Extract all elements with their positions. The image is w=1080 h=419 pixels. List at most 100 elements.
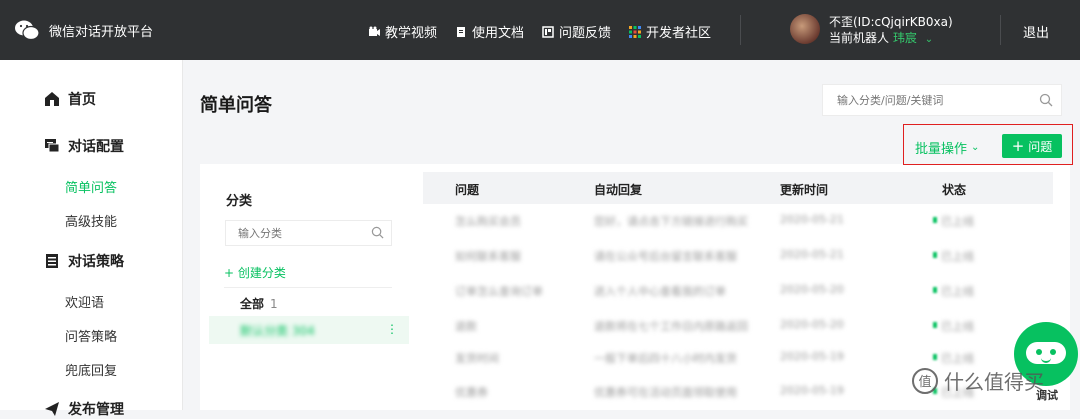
nav-label: 教学视频 <box>385 26 438 41</box>
table-cell-question: 怎么购买会员 <box>455 215 521 228</box>
table-cell-question: 如何联系客服 <box>455 250 521 263</box>
sidebar: 首页 对话配置 简单问答 高级技能 对话策略 欢迎语 问答策略 兜底回复 发布管… <box>0 60 183 418</box>
sidebar-item-fallback[interactable]: 兜底回复 <box>65 360 117 379</box>
header-divider <box>740 15 741 45</box>
nav-label: 问题反馈 <box>559 26 612 41</box>
sidebar-item-label: 首页 <box>68 92 96 108</box>
batch-label: 批量操作 <box>915 142 968 157</box>
table-cell-reply: 退款将在七个工作日内原路返回 <box>594 320 748 333</box>
sidebar-item-label: 对话策略 <box>68 254 124 270</box>
avatar[interactable] <box>790 14 820 44</box>
search-icon[interactable] <box>1039 93 1053 107</box>
nav-label: 开发者社区 <box>646 26 712 41</box>
chat-icon <box>45 139 60 153</box>
robot-eye <box>1036 349 1042 355</box>
chevron-down-icon: ⌄ <box>971 142 980 153</box>
table-cell-time: 2020-05-20 <box>780 318 844 331</box>
sidebar-item-qa-strategy[interactable]: 问答策略 <box>65 326 117 345</box>
debug-button[interactable]: 调试 <box>1036 387 1058 403</box>
table-cell-time: 2020-05-21 <box>780 213 844 226</box>
robot-eye <box>1050 349 1056 355</box>
header-divider <box>1000 15 1001 45</box>
platform-title: 微信对话开放平台 <box>49 24 154 40</box>
watermark-logo-icon: 值 <box>912 367 938 394</box>
add-question-button[interactable]: + 问题 <box>1002 134 1062 158</box>
home-icon <box>45 92 59 106</box>
nav-item-feedback[interactable]: 问题反馈 <box>542 22 611 41</box>
create-category-button[interactable]: + 创建分类 <box>224 264 286 281</box>
send-icon <box>45 402 59 416</box>
video-icon <box>369 26 380 36</box>
nav-item-community[interactable]: 开发者社区 <box>629 22 711 41</box>
nav-label: 使用文档 <box>472 26 525 41</box>
category-search-field[interactable] <box>225 220 392 246</box>
table-cell-reply: 一般下单后四十八小时内发货 <box>594 352 737 365</box>
feedback-icon <box>542 25 554 38</box>
nav-item-video[interactable]: 教学视频 <box>368 22 437 41</box>
more-vertical-icon[interactable]: ⋮ <box>386 322 398 336</box>
create-category-label: 创建分类 <box>237 266 286 280</box>
column-header-question: 问题 <box>455 183 480 197</box>
category-all[interactable]: 全部 1 <box>240 295 278 312</box>
watermark-text: 什么值得买 <box>944 370 1044 394</box>
sidebar-item-publish[interactable]: 发布管理 <box>44 399 124 419</box>
divider <box>224 287 392 288</box>
sidebar-item-dialog-config[interactable]: 对话配置 <box>44 136 124 156</box>
search-field[interactable] <box>822 84 1062 116</box>
logout-button[interactable]: 退出 <box>1023 22 1049 41</box>
status-dot <box>933 322 937 328</box>
sidebar-item-label: 对话配置 <box>68 139 124 155</box>
sidebar-item-home[interactable]: 首页 <box>44 89 96 109</box>
plus-icon: + <box>224 266 235 280</box>
status-dot <box>933 354 937 360</box>
table-cell-status: 已上线 <box>941 250 974 263</box>
batch-operation-dropdown[interactable]: 批量操作 ⌄ <box>915 138 979 157</box>
status-dot <box>933 287 937 293</box>
user-info[interactable]: 不歪(ID:cQjqirKB0xa) 当前机器人 玮宸 ⌄ <box>790 14 953 48</box>
table-cell-time: 2020-05-19 <box>780 350 844 363</box>
top-nav: 教学视频 使用文档 问题反馈 开发者社区 <box>368 22 711 41</box>
table-cell-status: 已上线 <box>941 215 974 228</box>
table-cell-time: 2020-05-21 <box>780 248 844 261</box>
category-item-label: 默认分类 304 <box>240 324 315 338</box>
status-dot <box>933 217 937 223</box>
table-cell-reply: 进入个人中心查看我的订单 <box>594 285 726 298</box>
table-cell-reply: 优惠券可在活动页面领取使用 <box>594 386 737 399</box>
category-search-input[interactable] <box>236 226 370 241</box>
table-cell-question: 订单怎么查询订单 <box>455 285 543 298</box>
wechat-logo-icon <box>15 20 40 41</box>
column-header-status: 状态 <box>942 183 967 197</box>
strategy-icon <box>46 254 58 268</box>
top-header: 微信对话开放平台 教学视频 使用文档 问题反馈 开发者社区 不歪(ID:cQjq <box>0 0 1080 60</box>
logo[interactable]: 微信对话开放平台 <box>14 19 153 41</box>
column-header-time: 更新时间 <box>780 183 829 197</box>
user-name: 不歪(ID:cQjqirKB0xa) <box>829 15 953 29</box>
robot-name[interactable]: 玮宸 <box>893 31 917 45</box>
table-cell-status: 已上线 <box>941 352 974 365</box>
watermark: 值 什么值得买 <box>912 366 1044 395</box>
add-label: 问题 <box>1028 139 1053 154</box>
nav-item-docs[interactable]: 使用文档 <box>455 22 524 41</box>
robot-label: 当前机器人 <box>829 31 890 45</box>
sidebar-item-simple-qa[interactable]: 简单问答 <box>65 177 117 196</box>
sidebar-item-dialog-strategy[interactable]: 对话策略 <box>44 251 124 271</box>
community-icon <box>629 25 642 38</box>
sidebar-item-advanced-skill[interactable]: 高级技能 <box>65 211 117 230</box>
column-header-reply: 自动回复 <box>594 183 643 197</box>
table-cell-question: 优惠券 <box>455 386 488 399</box>
search-input[interactable] <box>835 93 1039 108</box>
table-cell-time: 2020-05-20 <box>780 283 844 296</box>
status-dot <box>933 252 937 258</box>
chevron-down-icon[interactable]: ⌄ <box>925 34 933 45</box>
search-icon[interactable] <box>371 226 384 239</box>
plus-icon: + <box>1011 137 1025 155</box>
category-all-count: 1 <box>270 297 278 311</box>
table-cell-status: 已上线 <box>941 285 974 298</box>
table-cell-time: 2020-05-19 <box>780 384 844 397</box>
table-cell-question: 发货时间 <box>455 352 499 365</box>
table-cell-reply: 请在公众号后台留言联系客服 <box>594 250 737 263</box>
doc-icon <box>457 26 466 37</box>
table-cell-status: 已上线 <box>941 320 974 333</box>
sidebar-item-welcome[interactable]: 欢迎语 <box>65 292 104 311</box>
category-title: 分类 <box>226 194 253 209</box>
